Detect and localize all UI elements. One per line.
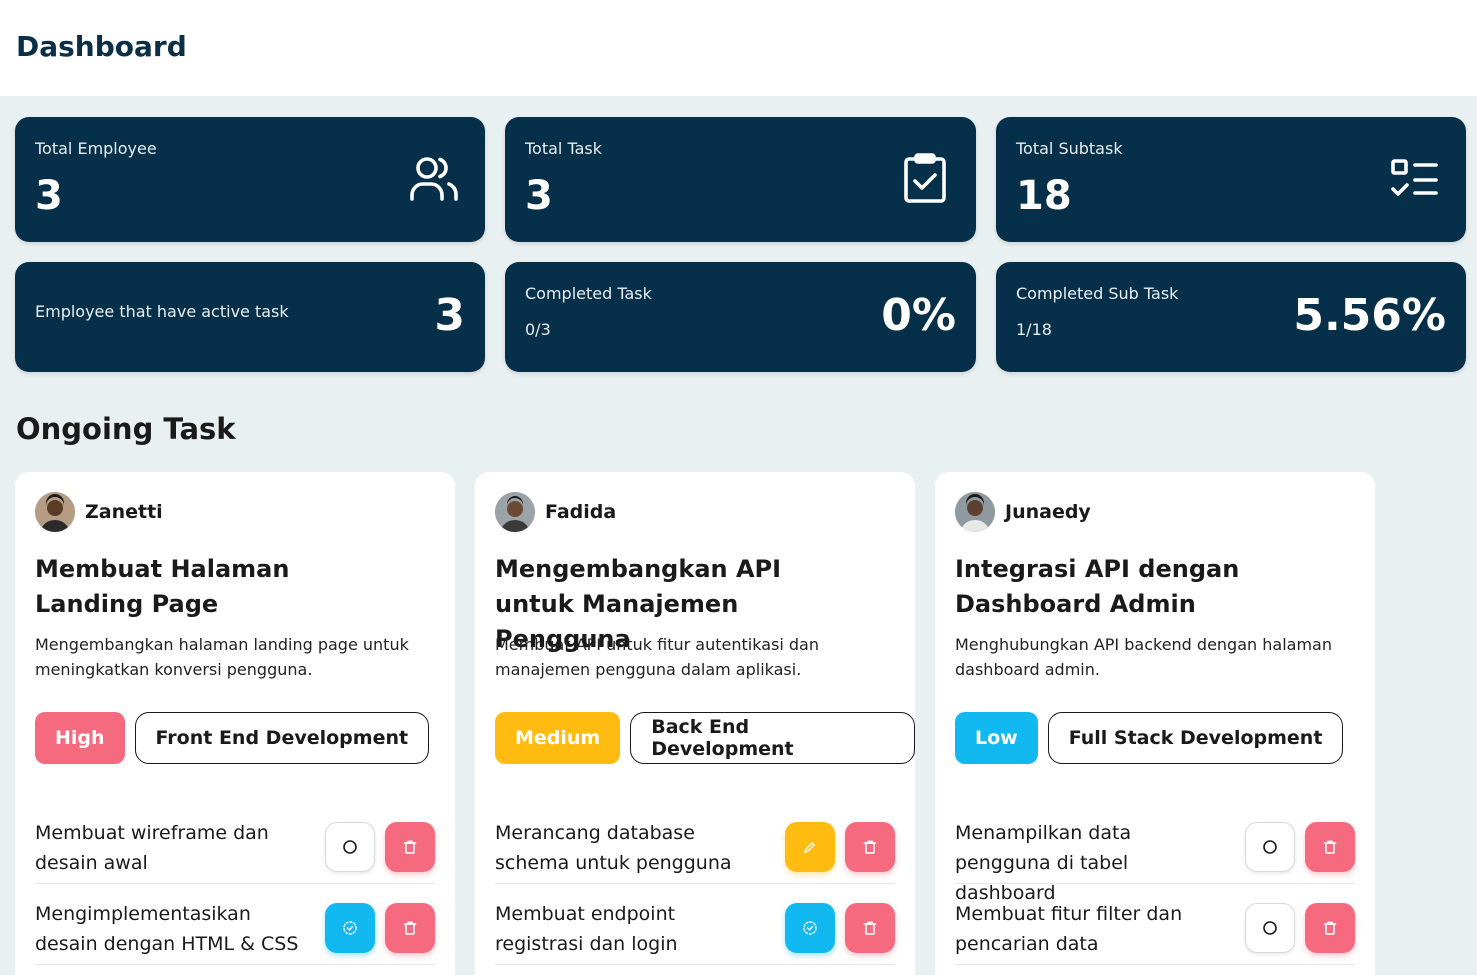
circle-icon — [1263, 840, 1277, 854]
stat-total-employee: Total Employee 3 — [15, 117, 485, 242]
task-tags: Low Full Stack Development — [955, 712, 1344, 764]
status-button[interactable] — [785, 822, 835, 872]
page-title: Dashboard — [16, 30, 187, 63]
delete-button[interactable] — [385, 903, 435, 953]
priority-badge: High — [35, 712, 125, 764]
trash-icon — [1323, 840, 1337, 854]
category-badge: Full Stack Development — [1047, 712, 1344, 764]
stat-label: Completed Sub Task — [1016, 284, 1179, 303]
subtask-row: Membuat fitur filter dan pencarian data — [955, 885, 1355, 965]
clipboard-check-icon — [904, 153, 946, 203]
stat-label: Completed Task — [525, 284, 652, 303]
subtask-row: Menampilkan data pengguna di tabel dashb… — [955, 804, 1355, 904]
progress-check-icon — [803, 921, 817, 935]
stat-fraction: 0/3 — [525, 320, 551, 339]
task-card[interactable]: Junaedy Integrasi API dengan Dashboard A… — [935, 472, 1375, 975]
circle-icon — [343, 840, 357, 854]
avatar — [955, 492, 995, 532]
stat-total-task: Total Task 3 — [505, 117, 976, 242]
assignee-name: Zanetti — [85, 501, 163, 523]
assignee-name: Fadida — [545, 501, 617, 523]
delete-button[interactable] — [1305, 822, 1355, 872]
stat-value: 3 — [434, 290, 465, 341]
trash-icon — [403, 840, 417, 854]
section-title-ongoing: Ongoing Task — [16, 412, 236, 446]
stat-completed-subtask: Completed Sub Task 1/18 5.56% — [996, 262, 1466, 372]
trash-icon — [863, 921, 877, 935]
progress-check-icon — [343, 921, 357, 935]
stat-label: Total Employee — [35, 139, 157, 158]
category-badge: Front End Development — [134, 712, 430, 764]
assignee: Junaedy — [955, 492, 1091, 532]
subtask-text: Membuat fitur filter dan pencarian data — [955, 903, 1183, 955]
status-button[interactable] — [325, 822, 375, 872]
delete-button[interactable] — [845, 903, 895, 953]
task-tags: High Front End Development — [35, 712, 430, 764]
delete-button[interactable] — [1305, 903, 1355, 953]
trash-icon — [403, 921, 417, 935]
delete-button[interactable] — [845, 822, 895, 872]
top-bar: Dashboard — [0, 0, 1477, 96]
task-title: Integrasi API dengan Dashboard Admin — [955, 555, 1240, 618]
avatar — [35, 492, 75, 532]
assignee: Zanetti — [35, 492, 163, 532]
task-card[interactable]: Zanetti Membuat Halaman Landing Page Men… — [15, 472, 455, 975]
checklist-icon — [1391, 159, 1438, 196]
stat-percent: 0% — [881, 290, 956, 341]
edit-icon — [803, 842, 815, 854]
status-button[interactable] — [785, 903, 835, 953]
subtask-row: Membuat endpoint registrasi dan login — [495, 885, 895, 965]
stat-fraction: 1/18 — [1016, 320, 1052, 339]
status-button[interactable] — [325, 903, 375, 953]
task-tags: Medium Back End Development — [495, 712, 915, 764]
stat-total-subtask: Total Subtask 18 — [996, 117, 1466, 242]
stat-percent: 5.56% — [1293, 290, 1446, 341]
subtask-row: Merancang database schema untuk pengguna — [495, 804, 895, 884]
stat-value: 3 — [525, 173, 553, 219]
trash-icon — [863, 840, 877, 854]
category-badge: Back End Development — [630, 712, 915, 764]
task-title: Membuat Halaman Landing Page — [35, 555, 290, 618]
stat-value: 18 — [1016, 173, 1072, 219]
assignee-name: Junaedy — [1005, 501, 1091, 523]
subtask-text: Merancang database schema untuk pengguna — [495, 822, 732, 874]
trash-icon — [1323, 921, 1337, 935]
assignee: Fadida — [495, 492, 616, 532]
task-description: Membuat API untuk fitur autentikasi dan … — [495, 635, 819, 679]
subtask-row: Mengimplementasikan desain dengan HTML &… — [35, 885, 435, 965]
stat-label: Total Task — [525, 139, 602, 158]
stat-value: 3 — [35, 173, 63, 219]
stat-label: Employee that have active task — [35, 302, 289, 321]
stat-label: Total Subtask — [1016, 139, 1123, 158]
task-description: Menghubungkan API backend dengan halaman… — [955, 635, 1332, 679]
stat-active-employee: Employee that have active task 3 — [15, 262, 485, 372]
circle-icon — [1263, 921, 1277, 935]
avatar — [495, 492, 535, 532]
task-description: Mengembangkan halaman landing page untuk… — [35, 635, 409, 679]
subtask-row: Membuat wireframe dan desain awal — [35, 804, 435, 884]
subtask-text: Mengimplementasikan desain dengan HTML &… — [35, 903, 299, 955]
priority-badge: Medium — [495, 712, 621, 764]
status-button[interactable] — [1245, 822, 1295, 872]
delete-button[interactable] — [385, 822, 435, 872]
subtask-text: Membuat wireframe dan desain awal — [35, 822, 269, 874]
status-button[interactable] — [1245, 903, 1295, 953]
task-card[interactable]: Fadida Mengembangkan API untuk Manajemen… — [475, 472, 915, 975]
users-icon — [410, 157, 458, 201]
priority-badge: Low — [955, 712, 1038, 764]
stat-completed-task: Completed Task 0/3 0% — [505, 262, 976, 372]
subtask-text: Membuat endpoint registrasi dan login — [495, 903, 678, 955]
